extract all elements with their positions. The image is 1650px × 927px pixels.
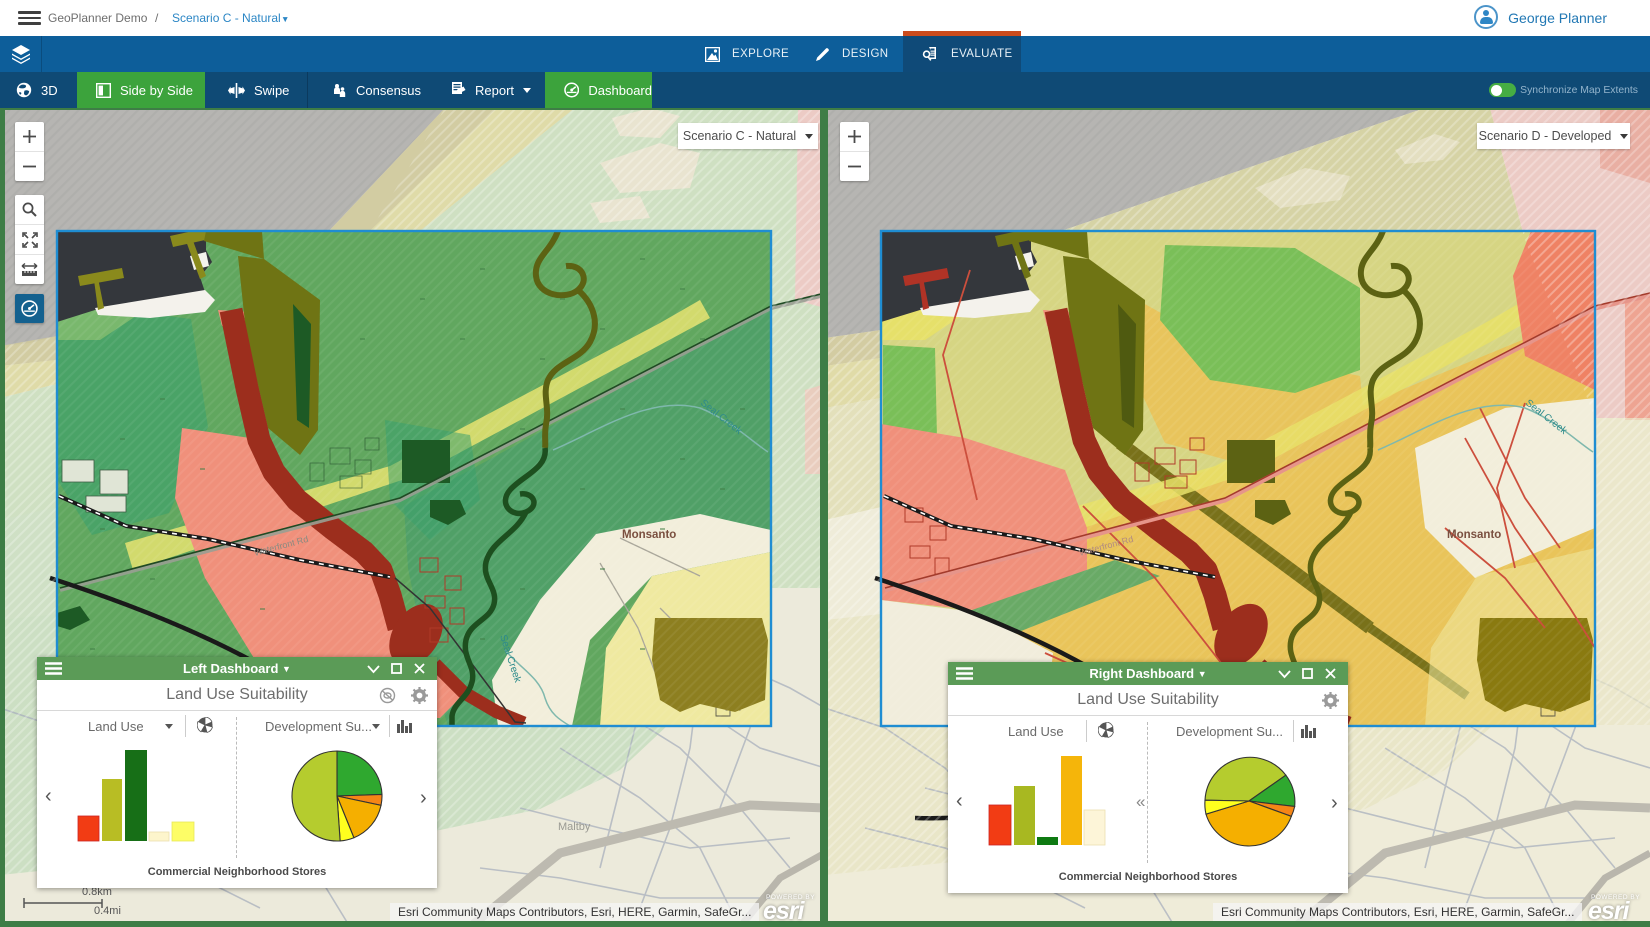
svg-text:Monsanto: Monsanto (1447, 529, 1501, 541)
svg-text:Monsanto: Monsanto (622, 529, 676, 541)
svg-text:Maltby: Maltby (558, 821, 591, 833)
